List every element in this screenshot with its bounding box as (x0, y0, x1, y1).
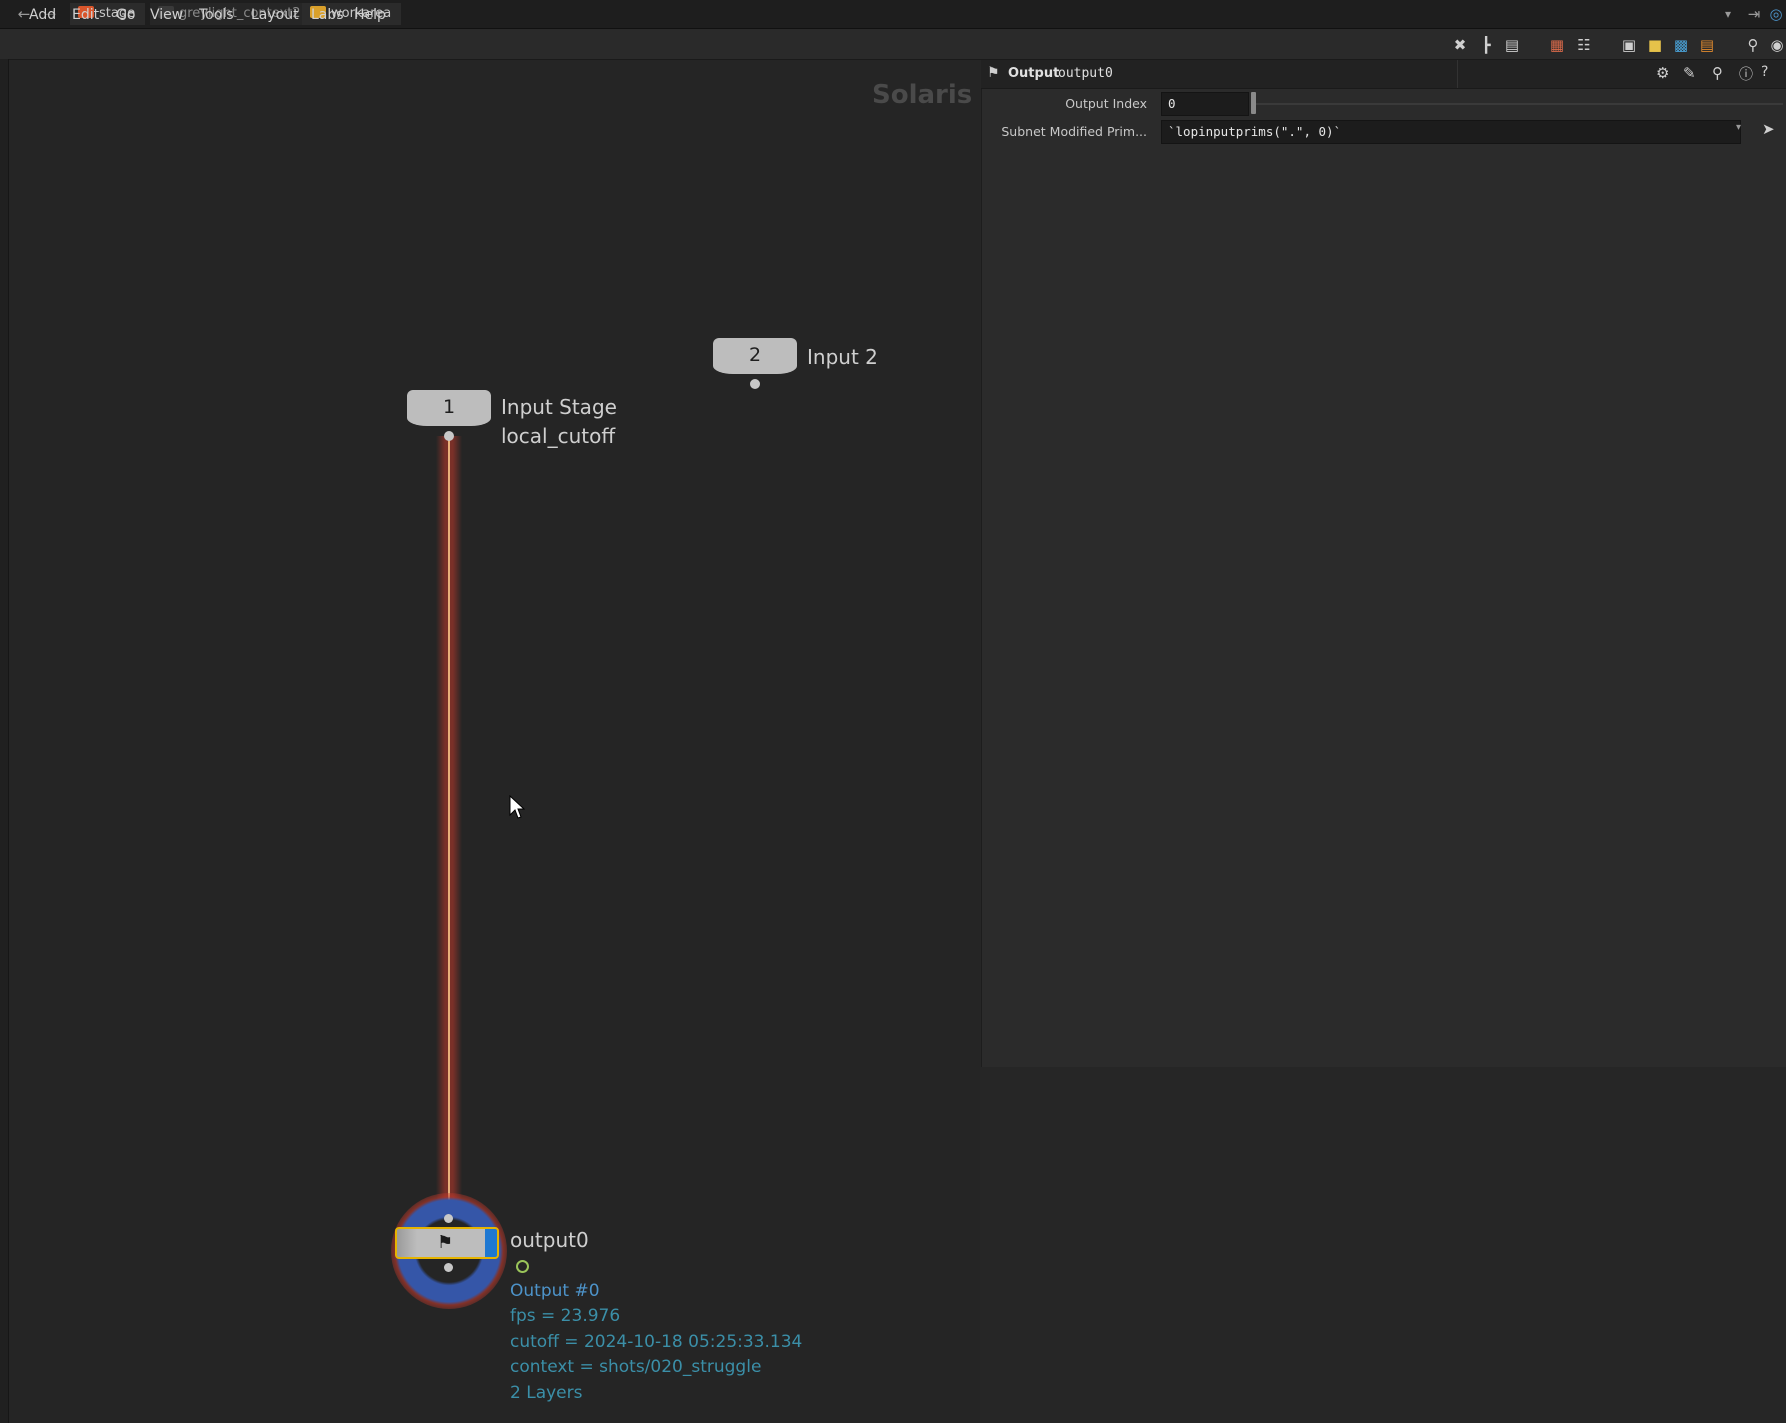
menu-view[interactable]: View (150, 6, 183, 24)
input-2-output-connector[interactable] (750, 379, 760, 389)
subnet-input-2-node[interactable]: 2 (713, 338, 797, 374)
menu-tools[interactable]: Tools (199, 6, 234, 24)
output-index-field[interactable]: 0 (1161, 92, 1249, 116)
output-index-slider-track[interactable] (1253, 103, 1783, 105)
output-info-line: fps = 23.976 (510, 1306, 621, 1326)
output0-node[interactable]: ⚑ (395, 1227, 499, 1259)
list-icon[interactable]: ▤ (1503, 36, 1521, 54)
brush-icon[interactable]: ✎ (1683, 64, 1696, 82)
camera-icon[interactable]: ◉ (1768, 36, 1786, 54)
sticky-note-icon[interactable]: ■ (1646, 36, 1664, 54)
parameter-header: ⚑ Output output0 ⚙ ✎ ⚲ ⓘ ? (981, 60, 1786, 89)
pin-icon[interactable]: ⇥ (1744, 4, 1764, 24)
parameter-panel (981, 60, 1786, 1067)
menu-labs[interactable]: Labs (311, 6, 344, 24)
output-index-label: Output Index (1065, 96, 1147, 111)
color-palette-icon[interactable]: ▦ (1548, 36, 1566, 54)
tree-icon[interactable]: ┣ (1477, 36, 1495, 54)
menu-go[interactable]: Go (116, 6, 135, 24)
output0-label: output0 (510, 1228, 589, 1252)
gear-icon[interactable]: ⚙ (1656, 64, 1669, 82)
tools-icon[interactable]: ✖ (1451, 36, 1469, 54)
grid-icon[interactable]: ☷ (1575, 36, 1593, 54)
info-icon[interactable]: ⓘ (1739, 64, 1753, 84)
menu-add[interactable]: Add (29, 6, 56, 24)
search-icon[interactable]: ⚲ (1744, 36, 1762, 54)
link-icon[interactable]: ◎ (1766, 4, 1786, 24)
search-icon[interactable]: ⚲ (1712, 64, 1723, 82)
output-index-slider-handle[interactable] (1251, 92, 1256, 114)
input-1-output-connector[interactable] (444, 431, 454, 441)
menu-help[interactable]: Help (354, 6, 386, 24)
dropdown-arrow-icon[interactable]: ▾ (1718, 4, 1738, 24)
node-type-label: Output (1008, 66, 1060, 81)
subnet-modified-prims-label: Subnet Modified Prim... (1001, 124, 1147, 139)
left-shelf-strip (0, 59, 9, 1423)
output-info-line: cutoff = 2024-10-18 05:25:33.134 (510, 1332, 803, 1352)
image-icon[interactable]: ▩ (1672, 36, 1690, 54)
output-node-icon: ⚑ (987, 65, 1000, 81)
output0-input-connector[interactable] (444, 1214, 453, 1223)
context-label: Solaris (872, 80, 973, 110)
select-arrow-icon[interactable]: ➤ (1762, 120, 1775, 138)
input-2-number: 2 (748, 344, 762, 366)
network-box-icon[interactable]: ▣ (1620, 36, 1638, 54)
mouse-cursor-icon (509, 795, 525, 819)
subnet-modified-prims-field[interactable]: `lopinputprims(".", 0)` (1161, 120, 1741, 144)
help-icon[interactable]: ? (1761, 64, 1768, 80)
header-divider (1457, 60, 1458, 88)
subnet-input-1-node[interactable]: 1 (407, 390, 491, 426)
output0-status-icon (516, 1260, 529, 1273)
input-1-number: 1 (442, 396, 456, 418)
layers-icon[interactable]: ▤ (1698, 36, 1716, 54)
menu-edit[interactable]: Edit (72, 6, 99, 24)
input-1-sublabel: local_cutoff (501, 424, 616, 448)
output-info-line: 2 Layers (510, 1383, 583, 1403)
output-info-line: context = shots/020_struggle (510, 1357, 762, 1377)
input-1-label: Input Stage (501, 395, 617, 419)
input-2-label: Input 2 (807, 345, 878, 369)
wire-input1-to-output[interactable] (448, 436, 450, 1216)
output-info-line: Output #0 (510, 1281, 600, 1301)
output0-output-connector[interactable] (444, 1263, 453, 1272)
node-name-field[interactable]: output0 (1058, 66, 1113, 81)
chevron-down-icon[interactable]: ▾ (1736, 122, 1741, 133)
menu-layout[interactable]: Layout (251, 6, 299, 24)
checkered-flag-icon: ⚑ (437, 1232, 454, 1253)
